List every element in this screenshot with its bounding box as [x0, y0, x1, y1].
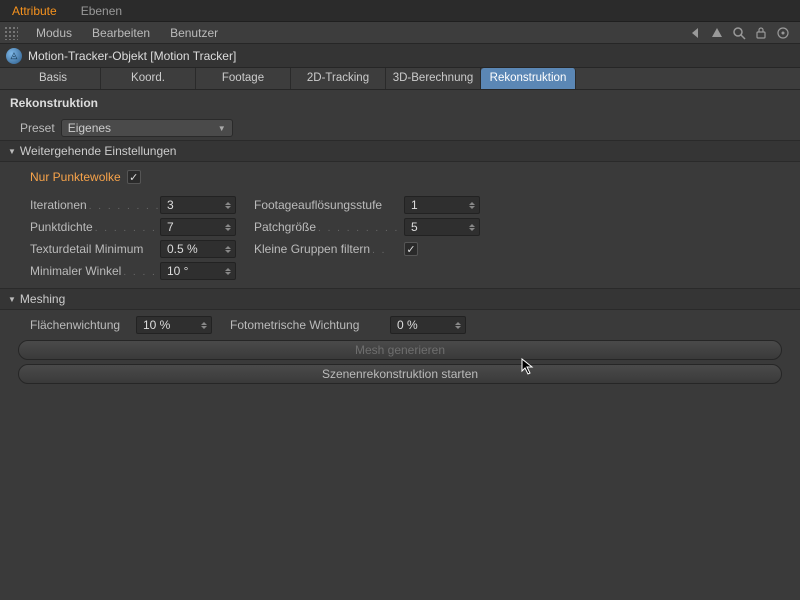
preset-label: Preset [20, 121, 55, 135]
nav-up-icon[interactable] [710, 26, 724, 40]
lock-icon[interactable] [754, 26, 768, 40]
tab-rekonstruktion[interactable]: Rekonstruktion [481, 68, 576, 89]
dropdown-icon: ▼ [218, 124, 226, 133]
group-advanced-label: Weitergehende Einstellungen [20, 144, 177, 158]
object-subtabs: Basis Koord. Footage 2D-Tracking 3D-Bere… [0, 68, 800, 90]
menu-modus[interactable]: Modus [26, 26, 82, 40]
kleine-gruppen-checkbox[interactable]: ✓ [404, 242, 418, 256]
kleine-gruppen-label: Kleine Gruppen filtern [254, 242, 370, 256]
minimaler-winkel-label: Minimaler Winkel [30, 264, 121, 278]
iterationen-label: Iterationen [30, 198, 87, 212]
mesh-generieren-button[interactable]: Mesh generieren [18, 340, 782, 360]
texturdetail-label: Texturdetail Minimum [30, 242, 143, 256]
flaechenwichtung-label: Flächenwichtung [30, 318, 120, 332]
section-title: Rekonstruktion [0, 90, 800, 116]
group-meshing[interactable]: ▼ Meshing [0, 288, 800, 310]
object-header: ◬ Motion-Tracker-Objekt [Motion Tracker] [0, 44, 800, 68]
fotometrische-wichtung-field[interactable]: 0 % [390, 316, 466, 334]
tab-basis[interactable]: Basis [6, 68, 101, 89]
group-meshing-label: Meshing [20, 292, 65, 306]
tab-koord[interactable]: Koord. [101, 68, 196, 89]
tab-attribute[interactable]: Attribute [0, 0, 69, 21]
target-icon[interactable] [776, 26, 790, 40]
disclosure-icon: ▼ [8, 147, 16, 156]
group-advanced[interactable]: ▼ Weitergehende Einstellungen [0, 140, 800, 162]
view-grid-icon[interactable] [4, 26, 18, 40]
menu-benutzer[interactable]: Benutzer [160, 26, 228, 40]
panel-tabs: Attribute Ebenen [0, 0, 800, 22]
patchgroesse-field[interactable]: 5 [404, 218, 480, 236]
object-title: Motion-Tracker-Objekt [Motion Tracker] [28, 49, 236, 63]
iterationen-field[interactable]: 3 [160, 196, 236, 214]
patchgroesse-label: Patchgröße [254, 220, 316, 234]
tab-2d-tracking[interactable]: 2D-Tracking [291, 68, 386, 89]
flaechenwichtung-field[interactable]: 10 % [136, 316, 212, 334]
footageaufloesung-label: Footageauflösungsstufe [254, 198, 382, 212]
search-icon[interactable] [732, 26, 746, 40]
punktdichte-label: Punktdichte [30, 220, 93, 234]
minimaler-winkel-field[interactable]: 10 ° [160, 262, 236, 280]
nur-punktewolke-checkbox[interactable]: ✓ [127, 170, 141, 184]
preset-select[interactable]: Eigenes ▼ [61, 119, 233, 137]
tab-ebenen[interactable]: Ebenen [69, 0, 134, 21]
szenenrekonstruktion-button[interactable]: Szenenrekonstruktion starten [18, 364, 782, 384]
punktdichte-field[interactable]: 7 [160, 218, 236, 236]
footageaufloesung-field[interactable]: 1 [404, 196, 480, 214]
nur-punktewolke-label: Nur Punktewolke [30, 170, 121, 184]
attribute-menubar: Modus Bearbeiten Benutzer [0, 22, 800, 44]
preset-value: Eigenes [68, 121, 111, 135]
tab-footage[interactable]: Footage [196, 68, 291, 89]
fotometrische-wichtung-label: Fotometrische Wichtung [230, 318, 359, 332]
menu-bearbeiten[interactable]: Bearbeiten [82, 26, 160, 40]
nav-back-icon[interactable] [688, 26, 702, 40]
texturdetail-field[interactable]: 0.5 % [160, 240, 236, 258]
motion-tracker-icon: ◬ [6, 48, 22, 64]
disclosure-icon: ▼ [8, 295, 16, 304]
tab-3d-berechnung[interactable]: 3D-Berechnung [386, 68, 481, 89]
